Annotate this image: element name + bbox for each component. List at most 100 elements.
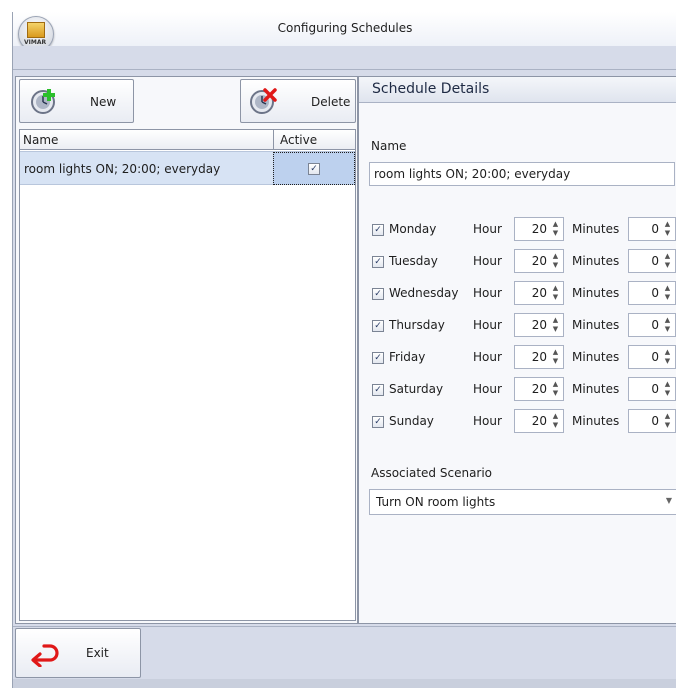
hour-value: 20 bbox=[531, 350, 547, 364]
new-button[interactable]: New bbox=[19, 79, 134, 123]
day-row-thursday: ✓ Thursday Hour 20 ▲ ▼ Minutes 0 ▲ ▼ bbox=[359, 313, 676, 339]
scenario-selected-value: Turn ON room lights bbox=[376, 495, 496, 509]
name-label: Name bbox=[371, 139, 407, 153]
chevron-down-icon[interactable]: ▼ bbox=[666, 496, 672, 505]
spinner-arrows-icon[interactable]: ▲ ▼ bbox=[663, 348, 672, 366]
minutes-spinner[interactable]: 0 ▲ ▼ bbox=[628, 217, 676, 241]
hour-label: Hour bbox=[473, 350, 502, 364]
table-row[interactable]: room lights ON; 20:00; everyday ✓ bbox=[20, 151, 355, 185]
hour-value: 20 bbox=[531, 318, 547, 332]
monday-checkbox[interactable]: ✓ bbox=[372, 224, 384, 236]
saturday-checkbox[interactable]: ✓ bbox=[372, 384, 384, 396]
spinner-arrows-icon[interactable]: ▲ ▼ bbox=[551, 220, 560, 238]
minutes-spinner[interactable]: 0 ▲ ▼ bbox=[628, 281, 676, 305]
hour-spinner[interactable]: 20 ▲ ▼ bbox=[514, 377, 564, 401]
ribbon-bar bbox=[13, 46, 676, 70]
hour-label: Hour bbox=[473, 414, 502, 428]
schedules-list-panel: New Delete Name Active room lights ON; 2… bbox=[15, 76, 358, 624]
day-row-friday: ✓ Friday Hour 20 ▲ ▼ Minutes 0 ▲ ▼ bbox=[359, 345, 676, 371]
spinner-arrows-icon[interactable]: ▲ ▼ bbox=[663, 412, 672, 430]
details-title: Schedule Details bbox=[372, 81, 490, 97]
row-name-cell: room lights ON; 20:00; everyday bbox=[24, 162, 221, 176]
minutes-spinner[interactable]: 0 ▲ ▼ bbox=[628, 313, 676, 337]
hour-label: Hour bbox=[473, 318, 502, 332]
day-row-saturday: ✓ Saturday Hour 20 ▲ ▼ Minutes 0 ▲ ▼ bbox=[359, 377, 676, 403]
hour-label: Hour bbox=[473, 254, 502, 268]
minutes-value: 0 bbox=[651, 350, 659, 364]
minutes-value: 0 bbox=[651, 414, 659, 428]
schedule-details-panel: Schedule Details Name ✓ Monday Hour 20 ▲▼… bbox=[358, 76, 676, 624]
minutes-value: 0 bbox=[651, 222, 659, 236]
column-separator[interactable] bbox=[273, 130, 274, 150]
hour-spinner[interactable]: 20 ▲ ▼ bbox=[514, 409, 564, 433]
minutes-label: Minutes bbox=[572, 350, 620, 364]
spinner-arrows-icon[interactable]: ▲ ▼ bbox=[663, 252, 672, 270]
minutes-spinner[interactable]: 0 ▲ ▼ bbox=[628, 345, 676, 369]
spinner-arrows-icon[interactable]: ▲ ▼ bbox=[663, 220, 672, 238]
day-label: Wednesday bbox=[389, 286, 459, 300]
hour-value: 20 bbox=[531, 254, 547, 268]
minutes-label: Minutes bbox=[572, 254, 620, 268]
day-label: Monday bbox=[389, 222, 437, 236]
day-label: Saturday bbox=[389, 382, 444, 396]
minutes-value: 0 bbox=[651, 382, 659, 396]
minutes-spinner[interactable]: 0 ▲ ▼ bbox=[628, 377, 676, 401]
sunday-checkbox[interactable]: ✓ bbox=[372, 416, 384, 428]
hour-spinner[interactable]: 20 ▲ ▼ bbox=[514, 249, 564, 273]
associated-scenario-select[interactable]: Turn ON room lights ▼ bbox=[369, 489, 676, 515]
day-row-monday: ✓ Monday Hour 20 ▲ ▼ Minutes 0 ▲ ▼ bbox=[359, 217, 676, 243]
spinner-arrows-icon[interactable]: ▲ ▼ bbox=[551, 412, 560, 430]
day-label: Tuesday bbox=[389, 254, 438, 268]
tuesday-checkbox[interactable]: ✓ bbox=[372, 256, 384, 268]
spinner-arrows-icon[interactable]: ▲ ▼ bbox=[551, 348, 560, 366]
clock-delete-icon bbox=[250, 88, 277, 114]
app-window: VIMAR Configuring Schedules New Delete N… bbox=[12, 12, 676, 688]
window-title: Configuring Schedules bbox=[277, 21, 413, 35]
day-row-wednesday: ✓ Wednesday Hour 20 ▲ ▼ Minutes 0 ▲ ▼ bbox=[359, 281, 676, 307]
row-active-cell[interactable]: ✓ bbox=[273, 152, 355, 185]
spinner-arrows-icon[interactable]: ▲ ▼ bbox=[663, 380, 672, 398]
hour-spinner[interactable]: 20 ▲ ▼ bbox=[514, 281, 564, 305]
spinner-arrows-icon[interactable]: ▲ ▼ bbox=[663, 316, 672, 334]
column-header-name[interactable]: Name bbox=[23, 133, 58, 147]
spinner-arrows-icon[interactable]: ▲ ▼ bbox=[551, 252, 560, 270]
exit-arrow-icon bbox=[31, 644, 59, 667]
minutes-spinner[interactable]: 0 ▲ ▼ bbox=[628, 249, 676, 273]
delete-button-label: Delete bbox=[311, 95, 351, 109]
hour-spinner[interactable]: 20 ▲ ▼ bbox=[514, 217, 564, 241]
day-label: Friday bbox=[389, 350, 426, 364]
friday-checkbox[interactable]: ✓ bbox=[372, 352, 384, 364]
delete-button[interactable]: Delete bbox=[240, 79, 356, 123]
name-field[interactable] bbox=[369, 162, 675, 186]
clock-plus-icon bbox=[31, 89, 55, 114]
day-label: Sunday bbox=[389, 414, 434, 428]
new-button-label: New bbox=[90, 95, 117, 109]
minutes-label: Minutes bbox=[572, 318, 620, 332]
hour-spinner[interactable]: 20 ▲ ▼ bbox=[514, 313, 564, 337]
hour-value: 20 bbox=[531, 414, 547, 428]
day-label: Thursday bbox=[389, 318, 445, 332]
minutes-spinner[interactable]: 0 ▲ ▼ bbox=[628, 409, 676, 433]
minutes-label: Minutes bbox=[572, 222, 620, 236]
minutes-value: 0 bbox=[651, 286, 659, 300]
footer-bar: Exit bbox=[13, 626, 676, 688]
spinner-arrows-icon[interactable]: ▲ ▼ bbox=[551, 284, 560, 302]
column-header-active[interactable]: Active bbox=[280, 133, 317, 147]
table-header: Name Active bbox=[20, 130, 355, 150]
schedules-table: Name Active room lights ON; 20:00; every… bbox=[19, 129, 356, 621]
minutes-label: Minutes bbox=[572, 382, 620, 396]
status-bar bbox=[13, 679, 676, 688]
associated-scenario-label: Associated Scenario bbox=[371, 466, 493, 480]
active-checkbox[interactable]: ✓ bbox=[308, 163, 320, 175]
exit-button-label: Exit bbox=[86, 646, 109, 660]
exit-button[interactable]: Exit bbox=[15, 628, 141, 678]
spinner-arrows-icon[interactable]: ▲ ▼ bbox=[551, 380, 560, 398]
thursday-checkbox[interactable]: ✓ bbox=[372, 320, 384, 332]
hour-value: 20 bbox=[531, 222, 547, 236]
spinner-arrows-icon[interactable]: ▲ ▼ bbox=[551, 316, 560, 334]
spinner-arrows-icon[interactable]: ▲ ▼ bbox=[663, 284, 672, 302]
minutes-label: Minutes bbox=[572, 414, 620, 428]
day-row-sunday: ✓ Sunday Hour 20 ▲ ▼ Minutes 0 ▲ ▼ bbox=[359, 409, 676, 435]
hour-spinner[interactable]: 20 ▲ ▼ bbox=[514, 345, 564, 369]
wednesday-checkbox[interactable]: ✓ bbox=[372, 288, 384, 300]
